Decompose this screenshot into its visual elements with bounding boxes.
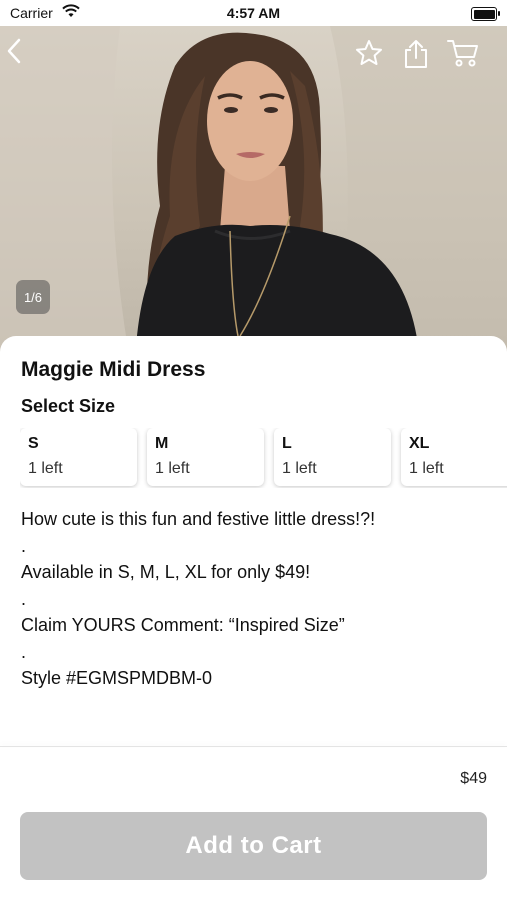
select-size-heading: Select Size: [21, 396, 116, 416]
cart-icon: [447, 40, 478, 67]
status-time: 4:57 AM: [226, 5, 281, 21]
size-label: XL: [409, 435, 430, 452]
size-stock: 1 left: [155, 460, 190, 477]
description-line: Claim YOURS Comment: “Inspired Size”: [21, 615, 345, 635]
description-line: How cute is this fun and festive little …: [21, 509, 376, 529]
size-stock: 1 left: [282, 460, 317, 477]
description-line: .: [21, 535, 27, 556]
size-label: M: [155, 435, 169, 452]
price-label: $49: [460, 770, 487, 787]
product-description: How cute is this fun and festive little …: [21, 506, 491, 692]
size-label: L: [282, 435, 292, 452]
cart-button[interactable]: [446, 38, 482, 74]
star-icon: [356, 40, 382, 65]
size-option-m[interactable]: M 1 left: [147, 428, 264, 486]
favorite-button[interactable]: [354, 38, 390, 74]
image-counter: 1/6: [16, 280, 50, 314]
share-button[interactable]: [402, 38, 438, 74]
size-options[interactable]: S 1 left M 1 left L 1 left XL 1 left: [20, 428, 507, 488]
description-line: Available in S, M, L, XL for only $49!: [21, 562, 311, 582]
size-option-s[interactable]: S 1 left: [20, 428, 137, 486]
product-photo: [0, 26, 507, 361]
size-stock: 1 left: [409, 460, 444, 477]
back-button[interactable]: [6, 38, 42, 74]
add-to-cart-button[interactable]: Add to Cart: [20, 812, 487, 880]
size-stock: 1 left: [28, 460, 63, 477]
product-title: Maggie Midi Dress: [21, 358, 206, 381]
battery-icon: [471, 7, 500, 21]
share-icon: [405, 40, 427, 68]
size-option-xl[interactable]: XL 1 left: [401, 428, 507, 486]
product-image[interactable]: 1/6: [0, 26, 507, 361]
description-line: .: [21, 641, 27, 662]
size-option-l[interactable]: L 1 left: [274, 428, 391, 486]
footer-divider: [0, 746, 507, 747]
chevron-left-icon: [7, 38, 21, 64]
description-line: Style #EGMSPMDBM-0: [21, 668, 213, 688]
size-label: S: [28, 435, 39, 452]
description-line: .: [21, 588, 27, 609]
status-bar: Carrier 4:57 AM: [0, 0, 507, 26]
product-details-sheet: Maggie Midi Dress Select Size S 1 left M…: [0, 336, 507, 746]
